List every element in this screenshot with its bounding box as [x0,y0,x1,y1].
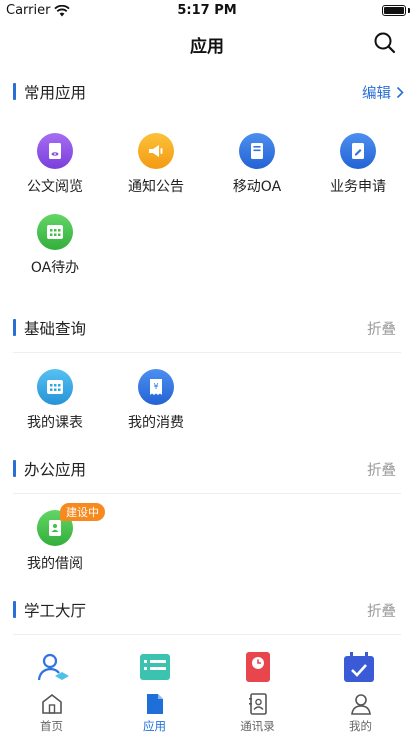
tab-label: 通讯录 [240,719,275,733]
app-my-schedule[interactable]: 我的课表 [5,369,105,439]
tab-bar: 首页 应用 通讯录 我的 [0,690,414,736]
tab-label: 首页 [40,719,63,733]
collapse-button[interactable]: 折叠 [367,459,396,480]
app-oa-todo[interactable]: OA待办 [5,214,105,284]
section-title: 办公应用 [24,461,87,479]
section-title: 基础查询 [24,320,87,338]
person-icon [351,694,371,715]
section-divider [13,352,401,353]
book-icon [239,133,275,169]
app-my-consumption[interactable]: ¥ 我的消费 [106,369,206,439]
calendar-check-icon[interactable] [342,652,376,682]
section-office-apps: 办公应用 折叠 [0,449,414,489]
document-eye-icon [37,133,73,169]
app-label: 我的借阅 [27,556,83,572]
section-marker [13,601,16,618]
app-my-borrow[interactable]: 建设中 我的借阅 [5,503,105,580]
app-label: 我的消费 [128,415,184,431]
app-doc-reading[interactable]: 公文阅览 [5,133,105,203]
section-student-hall: 学工大厅 折叠 [0,590,414,630]
app-label: 我的课表 [27,415,83,431]
tab-mine[interactable]: 我的 [309,690,412,736]
section-title: 学工大厅 [24,602,87,620]
section-divider [13,493,401,494]
status-bar: Carrier 5:17 PM [0,0,414,22]
app-label: 通知公告 [128,179,184,195]
chevron-right-icon [396,86,404,99]
list-board-icon[interactable] [138,652,172,682]
edit-button[interactable]: 编辑 [362,82,404,103]
tab-contacts[interactable]: 通讯录 [206,690,309,736]
receipt-icon: ¥ [138,369,174,405]
section-common-apps: 常用应用 编辑 [0,72,414,112]
page-title: 应用 [190,37,224,57]
collapse-button[interactable]: 折叠 [367,318,396,339]
collapse-button[interactable]: 折叠 [367,600,396,621]
document-icon [147,694,163,714]
section-divider [13,634,401,635]
svg-text:¥: ¥ [153,382,158,391]
app-label: 业务申请 [330,179,386,195]
under-construction-badge: 建设中 [60,503,105,521]
section-marker [13,83,16,100]
app-label: OA待办 [30,260,80,276]
section-basic-query: 基础查询 折叠 [0,308,414,348]
app-mobile-oa[interactable]: 移动OA [207,133,307,203]
student-users-icon[interactable] [36,652,70,682]
contacts-icon [249,693,267,715]
navigation-bar: 应用 [0,22,414,64]
tab-label: 我的 [349,719,372,733]
calendar-grid-icon [37,214,73,250]
app-label: 公文阅览 [27,179,83,195]
section-marker [13,460,16,477]
app-label: 移动OA [232,179,282,195]
battery-icon [382,5,406,16]
battery-tip [408,8,410,13]
status-time: 5:17 PM [177,3,237,18]
tab-home[interactable]: 首页 [0,690,103,736]
megaphone-icon [138,133,174,169]
app-notice[interactable]: 通知公告 [106,133,206,203]
home-icon [42,693,62,714]
section-marker [13,319,16,336]
tab-apps[interactable]: 应用 [103,690,206,736]
calendar-grid-icon [37,369,73,405]
app-business-apply[interactable]: 业务申请 [308,133,408,203]
section-title: 常用应用 [24,84,87,102]
edit-label: 编辑 [362,86,391,102]
tab-label: 应用 [143,719,166,733]
form-edit-icon [340,133,376,169]
clock-person-icon[interactable] [241,652,275,682]
search-icon[interactable] [372,30,398,56]
